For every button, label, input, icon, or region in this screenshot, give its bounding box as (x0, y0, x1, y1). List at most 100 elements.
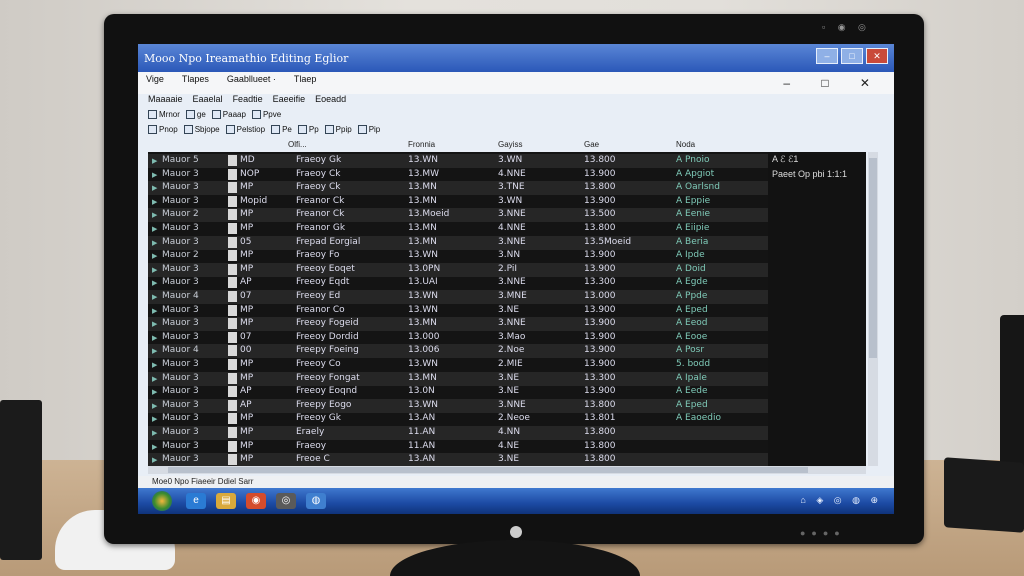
table-row[interactable]: ▶ Mauor 5 MD Fraeoy Gk 13.WN 3.WN 13.800 A Pnoi… (148, 154, 866, 168)
menu-item[interactable]: Gaabllueet · (227, 74, 276, 84)
table-row[interactable]: ▶ Mauor 3 AP Freeoy Eqdt 13.UAI 3.NNE 13.300 A … (148, 276, 866, 290)
cell-name: Mauor 2 (162, 250, 199, 261)
column-header[interactable]: Noda (676, 140, 695, 149)
inner-controls-glyphs[interactable]: – □ ✕ (783, 76, 884, 90)
cell-flag: MP (240, 359, 254, 369)
table-row[interactable]: ▶ Mauor 3 MP Eraely 11.AN 4.NN 13.800 (148, 426, 866, 440)
table-row[interactable]: ▶ Mauor 3 NOP Fraeoy Ck 13.MW 4.NNE 13.900 A Ap… (148, 168, 866, 182)
table-row[interactable]: ▶ Mauor 3 MP Freanor Gk 13.MN 4.NNE 13.800 A Ei… (148, 222, 866, 236)
row-checkbox[interactable] (228, 277, 237, 289)
table-row[interactable]: ▶ Mauor 3 MP Fraeoy Ck 13.MN 3.TNE 13.800 A Oar… (148, 181, 866, 196)
row-checkbox[interactable] (228, 236, 237, 248)
column-header[interactable]: Olfi... (288, 140, 307, 149)
cell-value-3: 13.800 (584, 440, 616, 451)
vertical-scrollbar[interactable] (868, 152, 878, 466)
row-checkbox[interactable] (228, 168, 237, 180)
menu-item[interactable]: Feadtie (233, 94, 263, 104)
table-row[interactable]: ▶ Mauor 3 AP Freepy Eogo 13.WN 3.NNE 13.800 A E… (148, 398, 866, 413)
explorer-icon[interactable]: ▤ (216, 493, 236, 509)
menu-item[interactable]: Tlapes (182, 74, 209, 84)
table-row[interactable]: ▶ Mauor 3 MP Freeoy Eoqet 13.0PN 2.PiI 13.900 A… (148, 262, 866, 277)
cell-freq: Freeoy Co (296, 359, 341, 369)
menu-item[interactable]: Maaaaie (148, 94, 183, 104)
table-row[interactable]: ▶ Mauor 2 MP Fraeoy Fo 13.WN 3.NN 13.900 A Ipde (148, 249, 866, 263)
horizontal-scrollbar[interactable] (148, 466, 866, 474)
cell-value-3: 13.900 (584, 168, 616, 179)
cell-value-3: 13.900 (584, 331, 616, 342)
row-checkbox[interactable] (228, 318, 237, 330)
toolbar-button[interactable]: Ppip (324, 125, 352, 134)
row-checkbox[interactable] (228, 359, 237, 370)
toolbar-1: Mrnor ge Paaap Ppve (148, 110, 281, 119)
cell-freq: Freeoy Ed (296, 291, 341, 301)
column-header[interactable]: Fronnia (408, 140, 435, 149)
toolbar-button[interactable]: Mrnor (148, 110, 180, 119)
row-checkbox[interactable] (228, 250, 237, 262)
column-header[interactable]: Gae (584, 140, 599, 149)
minimize-button[interactable]: – (816, 48, 838, 64)
table-row[interactable]: ▶ Mauor 4 00 Freepy Foeing 13.006 2.Noe 13.900… (148, 344, 866, 359)
scroll-thumb[interactable] (168, 467, 808, 473)
window-controls: – □ ✕ (816, 48, 888, 64)
table-row[interactable]: ▶ Mauor 3 AP Freeoy Eoqnd 13.0N 3.NE 13.900 A E… (148, 385, 866, 399)
row-checkbox[interactable] (228, 223, 237, 234)
row-checkbox[interactable] (228, 209, 237, 221)
start-button[interactable] (152, 491, 172, 511)
row-checkbox[interactable] (228, 386, 237, 398)
row-checkbox[interactable] (228, 155, 237, 166)
cell-name: Mauor 3 (162, 263, 199, 274)
toolbar-button[interactable]: Pe (271, 125, 292, 134)
maximize-button[interactable]: □ (841, 48, 863, 64)
row-checkbox[interactable] (228, 454, 237, 466)
toolbar-button[interactable]: ge (185, 110, 206, 119)
ie-icon[interactable]: e (186, 493, 206, 509)
toolbar-button[interactable]: Paaap (211, 110, 246, 119)
toolbar-button[interactable]: Pip (357, 125, 380, 134)
row-expand-icon: ▶ (152, 197, 158, 206)
table-row[interactable]: ▶ Mauor 2 MP Freanor Ck 13.Moeid 3.NNE 13.500 A… (148, 208, 866, 223)
row-checkbox[interactable] (228, 304, 237, 316)
row-checkbox[interactable] (228, 291, 237, 302)
table-row[interactable]: ▶ Mauor 3 MP Fraeoy 11.AN 4.NE 13.800 (148, 440, 866, 454)
menu-item[interactable]: Eaeeifie (273, 94, 306, 104)
chrome-icon[interactable]: ◉ (246, 493, 266, 509)
table-row[interactable]: ▶ Mauor 3 MP Freeoy Gk 13.AN 2.Neoe 13.801 A Ea… (148, 412, 866, 426)
row-checkbox[interactable] (228, 372, 237, 384)
table-row[interactable]: ▶ Mauor 3 MP Freanor Co 13.WN 3.NE 13.900 A Epe… (148, 304, 866, 318)
row-checkbox[interactable] (228, 182, 237, 194)
row-checkbox[interactable] (228, 331, 237, 343)
column-header[interactable]: Gayiss (498, 140, 522, 149)
menu-item[interactable]: Tlaep (294, 74, 317, 84)
scroll-thumb[interactable] (869, 158, 877, 358)
toolbar-button[interactable]: Pp (297, 125, 319, 134)
row-checkbox[interactable] (228, 413, 237, 425)
menu-item[interactable]: Eoeadd (315, 94, 346, 104)
globe-icon[interactable]: ◍ (306, 493, 326, 509)
system-tray[interactable]: ⌂ ◈ ◎ ◍ ⊕ (800, 495, 882, 506)
menu-item[interactable]: Vige (146, 74, 164, 84)
close-button[interactable]: ✕ (866, 48, 888, 64)
row-checkbox[interactable] (228, 263, 237, 275)
toolbar-button[interactable]: Pelstiop (225, 125, 265, 134)
table-row[interactable]: ▶ Mauor 3 07 Freeoy Dordid 13.000 3.Mao 13.900… (148, 331, 866, 345)
table-row[interactable]: ▶ Mauor 3 MP Freeoy Fogeid 13.MN 3.NNE 13.900 A… (148, 317, 866, 332)
cell-flag: MP (240, 454, 254, 465)
table-row[interactable]: ▶ Mauor 3 MP Freoe C 13.AN 3.NE 13.800 (148, 453, 866, 466)
toolbar-button[interactable]: Sbjope (183, 125, 220, 134)
table-row[interactable]: ▶ Mauor 3 Mopid Freanor Ck 13.MN 3.WN 13.900 A … (148, 195, 866, 209)
row-checkbox[interactable] (228, 345, 237, 357)
row-checkbox[interactable] (228, 399, 237, 411)
menu-item[interactable]: Eaaelal (193, 94, 223, 104)
table-row[interactable]: ▶ Mauor 3 MP Freeoy Co 13.WN 2.MIE 13.900 5. bo… (148, 358, 866, 372)
toolbar-button[interactable]: Ppve (251, 110, 281, 119)
toolbar-icon (211, 110, 221, 119)
toolbar-button[interactable]: Pnop (148, 125, 178, 134)
row-checkbox[interactable] (228, 427, 237, 438)
row-checkbox[interactable] (228, 440, 237, 452)
table-row[interactable]: ▶ Mauor 3 MP Freeoy Fongat 13.MN 3.NE 13.300 A … (148, 371, 866, 386)
cell-value-3: 13.000 (584, 291, 616, 301)
table-row[interactable]: ▶ Mauor 4 07 Freeoy Ed 13.WN 3.MNE 13.000 A Ppd… (148, 290, 866, 304)
media-icon[interactable]: ◎ (276, 493, 296, 509)
table-row[interactable]: ▶ Mauor 3 05 Frepad Eorgial 13.MN 3.NNE 13.5Mo… (148, 235, 866, 250)
row-checkbox[interactable] (228, 195, 237, 207)
